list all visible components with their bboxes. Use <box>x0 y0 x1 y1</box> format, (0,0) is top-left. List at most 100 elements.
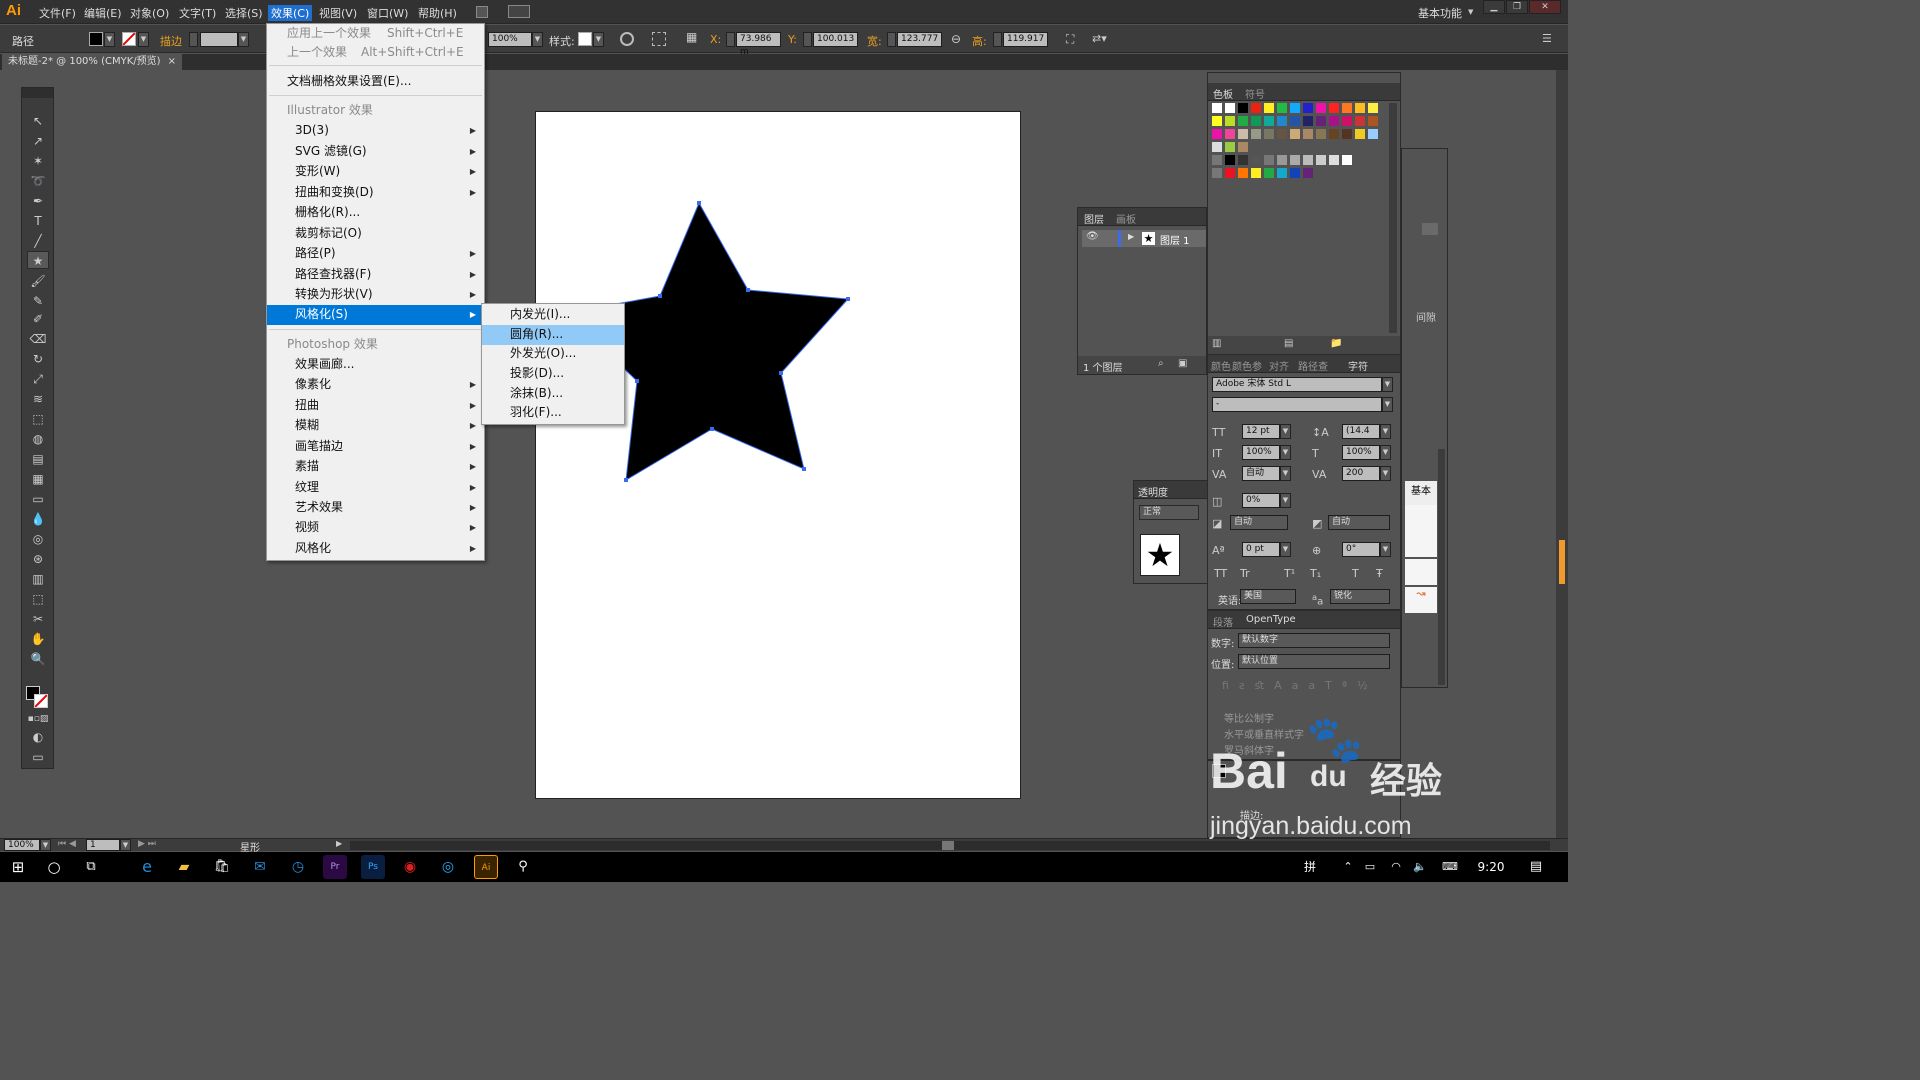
swatch[interactable] <box>1251 168 1261 178</box>
swatch[interactable] <box>1303 155 1313 165</box>
premiere-icon[interactable]: Pr <box>323 855 347 879</box>
brush-basic-label[interactable]: 基本 <box>1405 481 1437 505</box>
document-raster-settings-item[interactable]: 文档栅格效果设置(E)... <box>267 72 484 92</box>
swatch[interactable] <box>1225 116 1235 126</box>
app-icon[interactable]: ◎ <box>436 855 460 879</box>
swatch[interactable] <box>1342 129 1352 139</box>
artboard-number-field[interactable]: 1 <box>86 839 120 851</box>
tray-expand-icon[interactable]: ⌃ <box>1336 855 1360 879</box>
tab-color[interactable]: 颜色 <box>1211 358 1231 373</box>
file-explorer-icon[interactable]: ▰ <box>172 855 196 879</box>
leading-dropdown[interactable]: ▼ <box>1380 424 1391 439</box>
swatch[interactable] <box>1264 155 1274 165</box>
swatch[interactable] <box>1251 116 1261 126</box>
new-layer-icon[interactable]: ▣ <box>1178 358 1187 369</box>
round-corners-item[interactable]: 圆角(R)... <box>482 325 624 345</box>
swatch-grid[interactable] <box>1212 103 1388 203</box>
mail-icon[interactable]: ✉ <box>248 855 272 879</box>
swatch[interactable] <box>1329 116 1339 126</box>
font-style-field[interactable]: - <box>1212 397 1382 412</box>
horizontal-scale-field[interactable]: 100% <box>1342 445 1380 460</box>
effect-distort-transform-item[interactable]: 扭曲和变换(D) ▶ <box>267 183 484 203</box>
kerning-field[interactable]: 自动 <box>1242 466 1280 481</box>
edge-icon[interactable]: e <box>135 855 159 879</box>
swatch[interactable] <box>1264 116 1274 126</box>
start-icon[interactable]: ⊞ <box>6 855 30 879</box>
font-family-field[interactable]: Adobe 宋体 Std L <box>1212 377 1382 392</box>
effect-convert-to-shape-item[interactable]: 转换为形状(V) ▶ <box>267 285 484 305</box>
clock-icon[interactable]: ◷ <box>286 855 310 879</box>
superscript-button[interactable]: T¹ <box>1284 567 1295 580</box>
baseline-shift-dropdown[interactable]: ▼ <box>1280 542 1291 557</box>
effect-3d-item[interactable]: 3D(3) ▶ <box>267 121 484 141</box>
character-rotation-dropdown[interactable]: ▼ <box>1380 542 1391 557</box>
font-style-dropdown[interactable]: ▼ <box>1382 397 1393 412</box>
music-app-icon[interactable]: ◉ <box>398 855 422 879</box>
swatch[interactable] <box>1238 103 1248 113</box>
swatch[interactable] <box>1290 103 1300 113</box>
effect-pathfinder-item[interactable]: 路径查找器(F) ▶ <box>267 265 484 285</box>
swatch[interactable] <box>1212 129 1222 139</box>
vertical-scale-field[interactable]: 100% <box>1242 445 1280 460</box>
photoshop-icon[interactable]: Ps <box>361 855 385 879</box>
swatch[interactable] <box>1264 129 1274 139</box>
swatch[interactable] <box>1277 103 1287 113</box>
effect-ps-stylize-item[interactable]: 风格化 ▶ <box>267 539 484 559</box>
vertical-scrollbar[interactable] <box>1556 70 1568 838</box>
aki-right-field[interactable]: 自动 <box>1328 515 1390 530</box>
language-dropdown[interactable]: 美国 <box>1240 589 1296 604</box>
font-size-dropdown[interactable]: ▼ <box>1280 424 1291 439</box>
swatch[interactable] <box>1329 155 1339 165</box>
search-icon[interactable]: ○ <box>42 855 66 879</box>
strikethrough-button[interactable]: Ŧ <box>1376 567 1383 580</box>
swatch[interactable] <box>1329 103 1339 113</box>
swatch[interactable] <box>1329 129 1339 139</box>
swatch[interactable] <box>1251 155 1261 165</box>
blend-mode-dropdown[interactable]: 正常 <box>1139 505 1199 520</box>
antialias-dropdown[interactable]: 锐化 <box>1330 589 1390 604</box>
font-family-dropdown[interactable]: ▼ <box>1382 377 1393 392</box>
swatch[interactable] <box>1238 155 1248 165</box>
usb-icon[interactable]: ⚲ <box>511 855 535 879</box>
effect-blur-item[interactable]: 模糊 ▶ <box>267 416 484 436</box>
swatch[interactable] <box>1251 103 1261 113</box>
layer-row[interactable]: 👁 ▶ ★ 图层 1 <box>1082 230 1206 247</box>
clock-time[interactable]: 9:20 <box>1474 855 1508 879</box>
swatch[interactable] <box>1303 116 1313 126</box>
search-icon[interactable]: ⌕ <box>1158 358 1164 369</box>
swatch[interactable] <box>1277 168 1287 178</box>
first-artboard-icon[interactable]: ⏮ ◀ <box>58 839 76 849</box>
volume-icon[interactable]: 🔈 <box>1408 855 1432 879</box>
task-view-icon[interactable]: ⧉ <box>79 855 103 879</box>
swatch[interactable] <box>1342 116 1352 126</box>
effect-gallery-item[interactable]: 效果画廊... <box>267 355 484 375</box>
vertical-scroll-thumb[interactable] <box>1559 540 1565 584</box>
subscript-button[interactable]: T₁ <box>1310 567 1321 580</box>
last-effect-item[interactable]: 上一个效果 Alt+Shift+Ctrl+E <box>267 43 484 63</box>
small-caps-button[interactable]: Tr <box>1240 567 1250 580</box>
swatch[interactable] <box>1290 155 1300 165</box>
wifi-icon[interactable]: ◠ <box>1384 855 1408 879</box>
swatch[interactable] <box>1238 129 1248 139</box>
leading-field[interactable]: (14.4 <box>1342 424 1380 439</box>
effect-rasterize-item[interactable]: 栅格化(R)... <box>267 203 484 223</box>
swatch[interactable] <box>1212 168 1222 178</box>
swatch[interactable] <box>1212 103 1222 113</box>
swatch[interactable] <box>1225 103 1235 113</box>
effect-stylize-item[interactable]: 风格化(S) ▶ <box>267 305 484 325</box>
swatch[interactable] <box>1264 168 1274 178</box>
layer-name[interactable]: 图层 1 <box>1160 232 1190 247</box>
scribble-item[interactable]: 涂抹(B)... <box>482 384 624 404</box>
effect-sketch-item[interactable]: 素描 ▶ <box>267 457 484 477</box>
swatch[interactable] <box>1303 129 1313 139</box>
effect-distort-item[interactable]: 扭曲 ▶ <box>267 396 484 416</box>
swatch[interactable] <box>1316 129 1326 139</box>
swatch[interactable] <box>1342 103 1352 113</box>
swatch[interactable] <box>1277 155 1287 165</box>
tab-align[interactable]: 对齐 <box>1269 358 1289 373</box>
tsume-field[interactable]: 0% <box>1242 493 1280 508</box>
store-icon[interactable]: 🛍 <box>210 855 234 879</box>
swatch[interactable] <box>1225 168 1235 178</box>
font-size-field[interactable]: 12 pt <box>1242 424 1280 439</box>
apply-last-effect-item[interactable]: 应用上一个效果 Shift+Ctrl+E <box>267 24 484 44</box>
